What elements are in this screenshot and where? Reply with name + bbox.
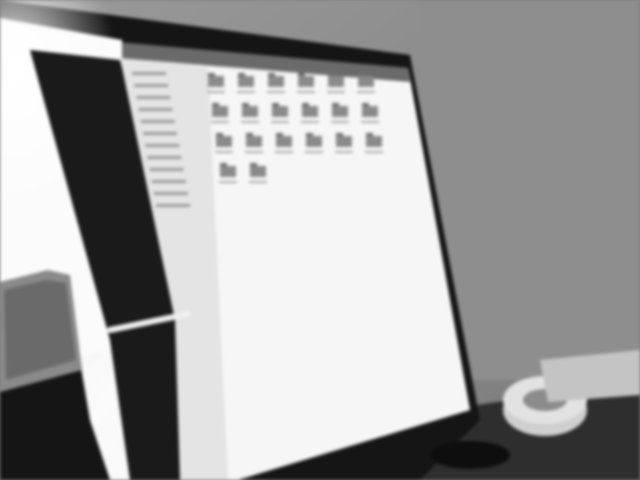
sidebar-item[interactable] xyxy=(134,84,169,87)
sidebar-item[interactable] xyxy=(145,144,180,147)
sidebar-item[interactable] xyxy=(136,96,171,99)
sidebar-item[interactable] xyxy=(140,120,175,123)
sidebar-item[interactable] xyxy=(132,72,166,75)
sidebar-item[interactable] xyxy=(138,108,173,111)
sidebar-item[interactable] xyxy=(143,132,177,135)
sidebar-item[interactable] xyxy=(154,192,188,195)
scene xyxy=(0,0,640,480)
sidebar-item[interactable] xyxy=(147,156,182,159)
sidebar-item[interactable] xyxy=(151,180,186,183)
sidebar-item[interactable] xyxy=(149,168,184,171)
photo xyxy=(0,0,640,480)
stand-shadow xyxy=(430,441,510,469)
sidebar-item[interactable] xyxy=(156,204,191,207)
